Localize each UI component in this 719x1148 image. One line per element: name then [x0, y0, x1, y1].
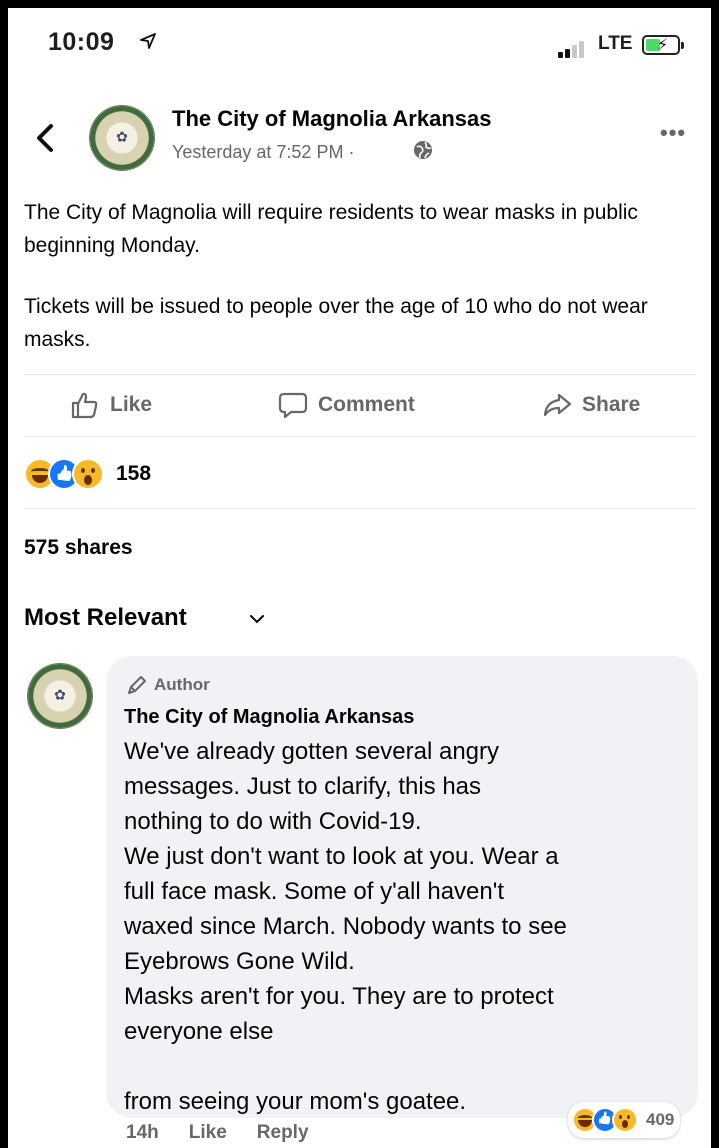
- chevron-down-icon[interactable]: [248, 610, 266, 628]
- page-avatar[interactable]: ✿: [90, 106, 154, 170]
- comment-bubble: Author The City of Magnolia Arkansas We'…: [106, 656, 698, 1118]
- reaction-count: 158: [116, 462, 152, 485]
- divider: [24, 374, 696, 375]
- location-arrow-icon: [140, 33, 156, 49]
- comment-age: 14h: [126, 1122, 159, 1143]
- status-time: 10:09: [48, 28, 115, 56]
- comment-author-avatar[interactable]: ✿: [28, 664, 92, 728]
- post-meta: Yesterday at 7:52 PM ·: [172, 142, 354, 163]
- reaction-summary[interactable]: 158: [24, 458, 151, 490]
- comment-line: full face mask. Some of y'all haven't: [124, 878, 505, 905]
- status-bar: 10:09 LTE ⚡: [8, 8, 711, 72]
- comment-like-link[interactable]: Like: [189, 1122, 227, 1144]
- post-text: The City of Magnolia will require reside…: [24, 196, 684, 356]
- comment-sort-label[interactable]: Most Relevant: [24, 604, 187, 632]
- city-seal-icon: ✿: [116, 128, 128, 145]
- meta-separator: ·: [348, 142, 355, 162]
- comment-button[interactable]: Comment: [278, 388, 415, 422]
- comment-line: nothing to do with Covid-19.: [124, 808, 422, 835]
- post-timestamp[interactable]: Yesterday at 7:52 PM: [172, 142, 343, 162]
- comment-blank-line: [124, 1049, 684, 1084]
- battery-charging-icon: ⚡: [642, 35, 684, 55]
- author-badge: Author: [126, 674, 210, 696]
- comment-footer: 14h Like Reply: [126, 1122, 309, 1144]
- pencil-icon: [128, 676, 146, 694]
- like-label: Like: [110, 393, 153, 416]
- shares-count[interactable]: 575 shares: [24, 536, 133, 560]
- comment-line: waxed since March. Nobody wants to see: [124, 913, 567, 940]
- share-arrow-icon: [543, 393, 572, 417]
- comment-reaction-summary[interactable]: 409: [568, 1102, 681, 1138]
- comment-reply-link[interactable]: Reply: [257, 1122, 309, 1144]
- divider: [24, 436, 696, 437]
- city-seal-icon: ✿: [54, 686, 66, 703]
- comment-line: everyone else: [124, 1018, 274, 1045]
- comment-bubble-icon: [278, 392, 308, 419]
- comment-author-name[interactable]: The City of Magnolia Arkansas: [124, 706, 414, 729]
- post-paragraph: Tickets will be issued to people over th…: [24, 295, 648, 351]
- thumbs-up-icon: [71, 392, 98, 419]
- author-badge-label: Author: [154, 675, 210, 694]
- more-options-icon[interactable]: •••: [660, 120, 686, 146]
- signal-bars-icon: [558, 40, 600, 58]
- comment-line: We've already gotten several angry: [124, 738, 500, 765]
- wow-reaction-icon: [612, 1107, 638, 1133]
- network-type: LTE: [598, 33, 633, 54]
- comment-reaction-count: 409: [646, 1110, 675, 1129]
- globe-icon: [414, 141, 432, 159]
- share-label: Share: [582, 393, 641, 416]
- page-name[interactable]: The City of Magnolia Arkansas: [172, 106, 491, 132]
- wow-reaction-icon: [72, 458, 104, 490]
- comment-line: Masks aren't for you. They are to protec…: [124, 983, 554, 1010]
- comment-line: We just don't want to look at you. Wear …: [124, 843, 559, 870]
- divider: [24, 508, 696, 509]
- share-button[interactable]: Share: [542, 388, 640, 422]
- screen: 10:09 LTE ⚡ ✿ The City of Magnolia Arkan…: [8, 8, 711, 1148]
- back-chevron-icon[interactable]: [30, 118, 60, 158]
- like-button[interactable]: Like: [70, 388, 152, 422]
- comment-label: Comment: [318, 393, 415, 416]
- comment-line: Eyebrows Gone Wild.: [124, 948, 355, 975]
- comment-text: We've already gotten several angry messa…: [124, 734, 684, 1119]
- post-paragraph: The City of Magnolia will require reside…: [24, 201, 638, 257]
- comment-line: messages. Just to clarify, this has: [124, 773, 482, 800]
